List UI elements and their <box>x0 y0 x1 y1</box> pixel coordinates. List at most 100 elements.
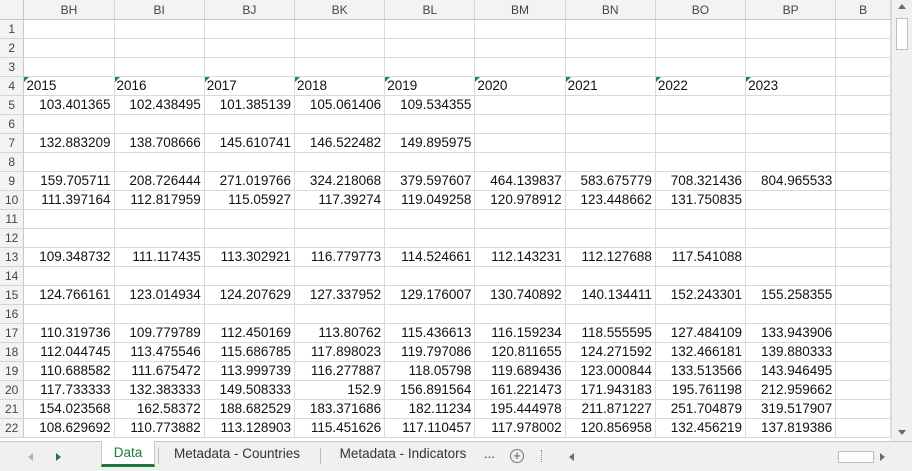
data-cell[interactable]: 109.534355 <box>384 95 476 115</box>
data-cell[interactable] <box>474 38 566 58</box>
data-cell[interactable] <box>204 228 295 248</box>
scroll-left-icon[interactable] <box>569 453 574 461</box>
data-cell[interactable]: 188.682529 <box>204 399 295 419</box>
data-cell[interactable] <box>655 152 747 172</box>
data-cell[interactable]: 149.508333 <box>204 380 295 400</box>
data-cell[interactable] <box>745 247 837 267</box>
row-header[interactable]: 7 <box>0 133 25 153</box>
data-cell[interactable] <box>745 152 837 172</box>
data-cell[interactable]: 114.524661 <box>384 247 476 267</box>
data-cell[interactable] <box>23 266 115 286</box>
data-cell[interactable]: 105.061406 <box>294 95 386 115</box>
data-cell[interactable]: 139.880333 <box>745 342 837 362</box>
data-cell[interactable] <box>23 19 115 39</box>
data-cell[interactable]: 117.541088 <box>655 247 747 267</box>
data-cell[interactable] <box>114 152 205 172</box>
data-cell[interactable] <box>835 114 891 134</box>
data-cell[interactable] <box>835 247 891 267</box>
data-cell[interactable] <box>655 95 747 115</box>
data-cell[interactable]: 109.779789 <box>114 323 205 343</box>
data-cell[interactable] <box>114 304 205 324</box>
scroll-right-icon[interactable] <box>880 453 885 461</box>
data-cell[interactable]: 124.207629 <box>204 285 295 305</box>
year-header-cell[interactable]: 2023 <box>745 76 837 96</box>
data-cell[interactable] <box>745 133 837 153</box>
data-cell[interactable] <box>294 304 386 324</box>
data-cell[interactable] <box>114 19 205 39</box>
data-cell[interactable]: 116.159234 <box>474 323 566 343</box>
data-cell[interactable] <box>474 133 566 153</box>
data-cell[interactable]: 124.271592 <box>565 342 656 362</box>
data-cell[interactable]: 211.871227 <box>565 399 656 419</box>
row-header[interactable]: 11 <box>0 209 25 229</box>
data-cell[interactable] <box>204 57 295 77</box>
data-cell[interactable] <box>294 228 386 248</box>
column-header-bk[interactable]: BK <box>294 0 386 20</box>
data-cell[interactable]: 112.127688 <box>565 247 656 267</box>
data-cell[interactable] <box>384 209 476 229</box>
data-cell[interactable]: 464.139837 <box>474 171 566 191</box>
data-cell[interactable] <box>655 304 747 324</box>
data-cell[interactable] <box>835 361 891 381</box>
data-cell[interactable] <box>835 190 891 210</box>
horizontal-scroll-thumb[interactable] <box>838 451 874 463</box>
data-cell[interactable] <box>835 304 891 324</box>
data-cell[interactable] <box>114 38 205 58</box>
data-cell[interactable]: 152.9 <box>294 380 386 400</box>
row-header[interactable]: 18 <box>0 342 25 362</box>
tab-metadata-countries[interactable]: Metadata - Countries <box>160 442 314 468</box>
data-cell[interactable]: 112.143231 <box>474 247 566 267</box>
data-cell[interactable]: 113.999739 <box>204 361 295 381</box>
select-all-corner[interactable] <box>0 0 25 20</box>
data-cell[interactable] <box>294 114 386 134</box>
data-cell[interactable]: 113.475546 <box>114 342 205 362</box>
year-header-cell[interactable]: 2020 <box>474 76 566 96</box>
data-cell[interactable] <box>565 133 656 153</box>
column-header-b[interactable]: B <box>835 0 891 20</box>
data-cell[interactable]: 161.221473 <box>474 380 566 400</box>
data-cell[interactable]: 102.438495 <box>114 95 205 115</box>
vertical-scrollbar[interactable] <box>891 0 912 441</box>
data-cell[interactable] <box>745 95 837 115</box>
row-header[interactable]: 13 <box>0 247 25 267</box>
data-cell[interactable]: 154.023568 <box>23 399 115 419</box>
data-cell[interactable] <box>114 57 205 77</box>
data-cell[interactable]: 110.319736 <box>23 323 115 343</box>
data-cell[interactable] <box>565 19 656 39</box>
data-cell[interactable] <box>565 304 656 324</box>
data-cell[interactable]: 112.044745 <box>23 342 115 362</box>
data-cell[interactable] <box>474 19 566 39</box>
data-cell[interactable]: 208.726444 <box>114 171 205 191</box>
data-cell[interactable]: 149.895975 <box>384 133 476 153</box>
data-cell[interactable]: 108.629692 <box>23 418 115 438</box>
row-header[interactable]: 12 <box>0 228 25 248</box>
previous-sheet-icon[interactable] <box>28 453 33 461</box>
data-cell[interactable]: 101.385139 <box>204 95 295 115</box>
data-cell[interactable] <box>294 38 386 58</box>
data-cell[interactable] <box>565 114 656 134</box>
data-cell[interactable] <box>835 380 891 400</box>
data-cell[interactable] <box>474 57 566 77</box>
vertical-scroll-thumb[interactable] <box>896 18 908 50</box>
data-cell[interactable] <box>655 133 747 153</box>
data-cell[interactable] <box>655 114 747 134</box>
data-cell[interactable]: 379.597607 <box>384 171 476 191</box>
data-cell[interactable]: 103.401365 <box>23 95 115 115</box>
year-header-cell[interactable]: 2016 <box>114 76 205 96</box>
data-cell[interactable] <box>745 57 837 77</box>
data-cell[interactable]: 120.856958 <box>565 418 656 438</box>
data-cell[interactable] <box>835 57 891 77</box>
data-cell[interactable] <box>835 342 891 362</box>
data-cell[interactable]: 115.436613 <box>384 323 476 343</box>
data-cell[interactable]: 140.134411 <box>565 285 656 305</box>
column-header-bn[interactable]: BN <box>565 0 656 20</box>
column-header-bo[interactable]: BO <box>655 0 747 20</box>
data-cell[interactable]: 129.176007 <box>384 285 476 305</box>
data-cell[interactable]: 271.019766 <box>204 171 295 191</box>
data-cell[interactable] <box>114 209 205 229</box>
data-cell[interactable] <box>835 418 891 438</box>
data-cell[interactable]: 109.348732 <box>23 247 115 267</box>
data-cell[interactable]: 212.959662 <box>745 380 837 400</box>
data-cell[interactable] <box>114 114 205 134</box>
year-header-cell[interactable]: 2021 <box>565 76 656 96</box>
